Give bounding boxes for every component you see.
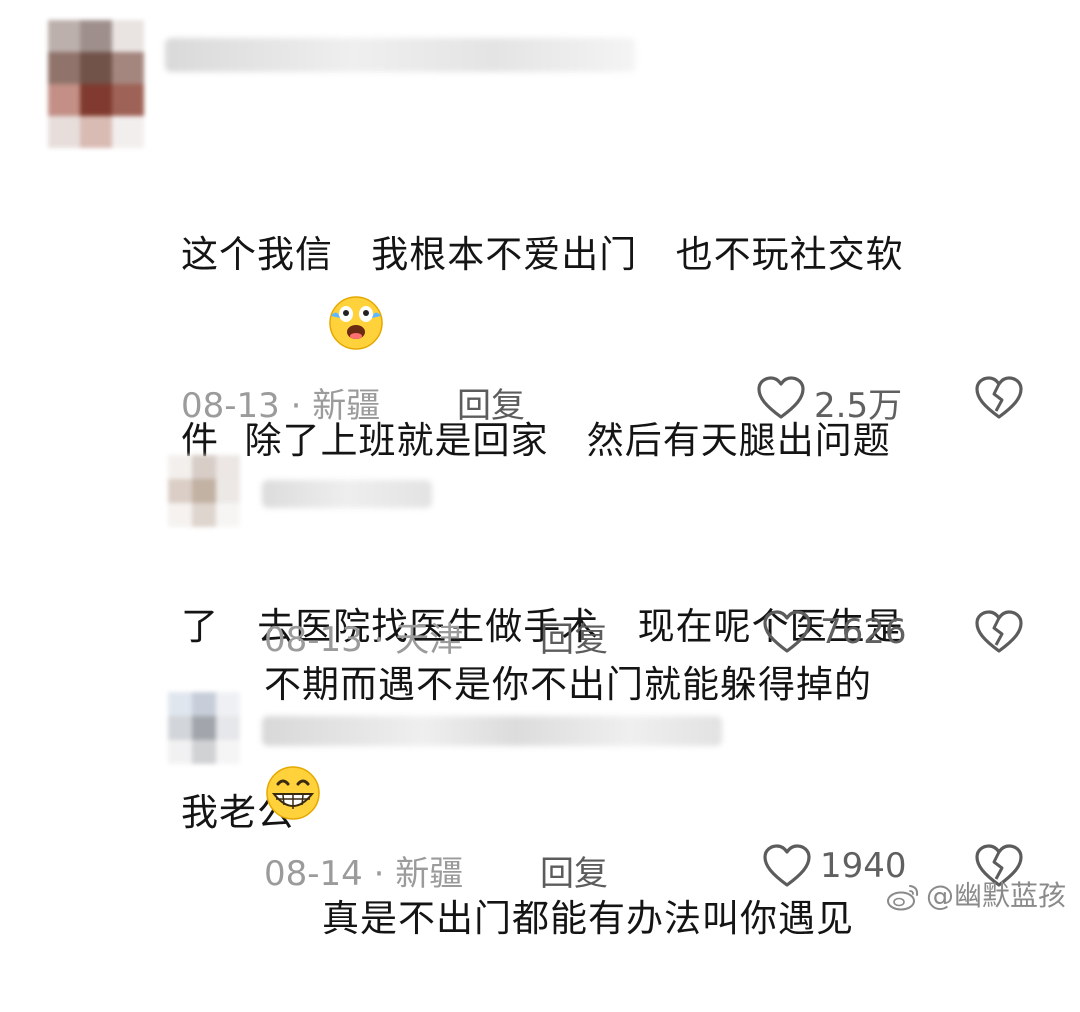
comment-meta: 08-13 · 新疆 xyxy=(181,378,380,427)
broken-heart-icon[interactable] xyxy=(974,375,1024,421)
comment-line: 真是不出门都能有办法叫你遇见 xyxy=(322,897,854,940)
like-count: 2.5万 xyxy=(814,386,903,426)
meta-separator: · xyxy=(362,854,396,894)
heart-outline-icon[interactable] xyxy=(756,375,806,421)
reply-button[interactable]: 回复 xyxy=(540,612,608,661)
comment-location: 天津 xyxy=(395,620,464,660)
username[interactable] xyxy=(262,716,722,746)
crying-laughing-emoji xyxy=(329,296,383,350)
heart-outline-icon[interactable] xyxy=(762,843,812,889)
watermark: @幽默蓝孩 xyxy=(868,841,1066,914)
watermark-handle: @幽默蓝孩 xyxy=(925,879,1066,912)
meta-separator: · xyxy=(279,386,313,426)
reply-button[interactable]: 回复 xyxy=(540,846,608,895)
comment-location: 新疆 xyxy=(395,854,464,894)
comment-date: 08-13 xyxy=(181,386,280,426)
reply-button[interactable]: 回复 xyxy=(457,378,525,427)
username[interactable] xyxy=(165,38,635,72)
username[interactable] xyxy=(262,480,432,508)
comment-meta: 08-13 · 天津 xyxy=(264,612,463,661)
comment-line: 不期而遇不是你不出门就能躲得掉的 xyxy=(264,663,872,706)
broken-heart-icon[interactable] xyxy=(974,609,1024,655)
comment-date: 08-14 xyxy=(264,854,363,894)
avatar[interactable] xyxy=(168,455,240,527)
avatar[interactable] xyxy=(48,20,144,148)
meta-separator: · xyxy=(362,620,396,660)
like-count: 7626 xyxy=(820,612,907,652)
comment-line: 这个我信 我根本不爱出门 也不玩社交软 xyxy=(181,233,904,276)
comment-location: 新疆 xyxy=(312,386,381,426)
avatar[interactable] xyxy=(168,692,240,764)
weibo-logo-icon xyxy=(886,885,919,911)
comment-meta: 08-14 · 新疆 xyxy=(264,846,463,895)
grinning-emoji xyxy=(266,766,320,820)
heart-outline-icon[interactable] xyxy=(762,609,812,655)
comment-date: 08-13 xyxy=(264,620,363,660)
